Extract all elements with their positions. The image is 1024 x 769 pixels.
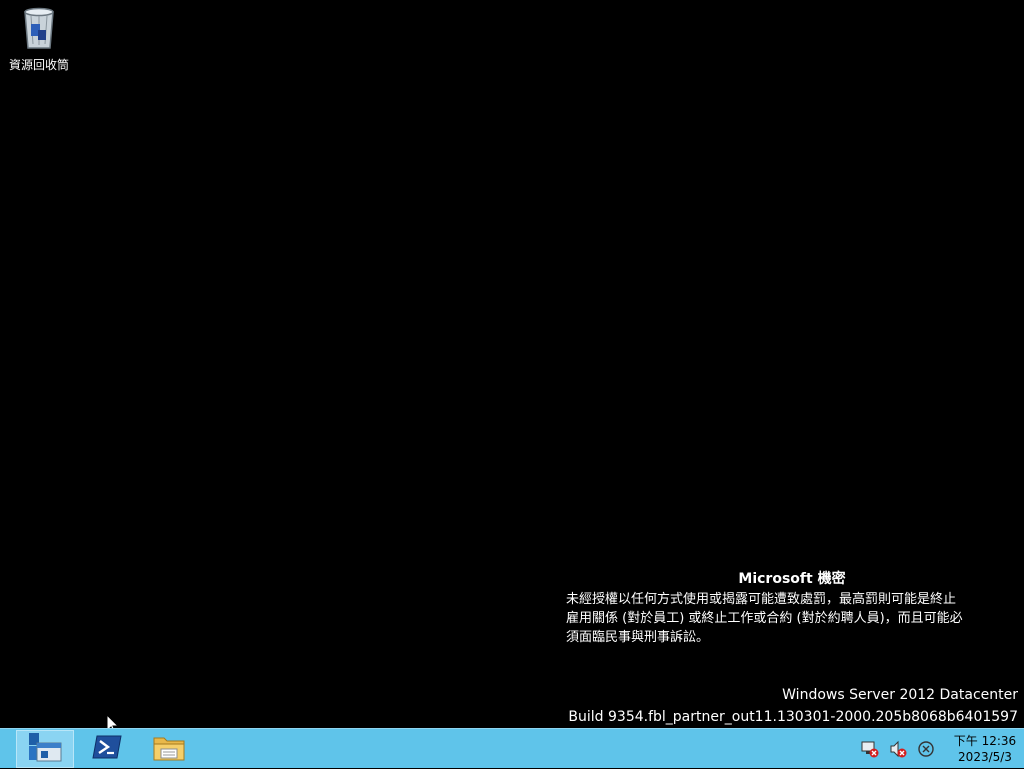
clock-date: 2023/5/3: [958, 750, 1012, 764]
watermark-line: 須面臨民事與刑事訴訟。: [566, 630, 710, 645]
taskbar-file-explorer-button[interactable]: [140, 730, 198, 768]
taskbar: 下午 12:36 2023/5/3: [0, 728, 1024, 768]
desktop[interactable]: 資源回收筒 Microsoft 機密 未經授權以任何方式使用或揭露可能遭致處罰，…: [0, 0, 1024, 735]
volume-muted-icon[interactable]: [888, 739, 908, 759]
windows-edition: Windows Server 2012 Datacenter: [782, 687, 1018, 703]
watermark-line: 雇用關係 (對於員工) 或終止工作或合約 (對於約聘人員)，而且可能必: [566, 611, 963, 626]
taskbar-powershell-button[interactable]: [78, 730, 136, 768]
clock-time: 下午 12:36: [953, 734, 1017, 748]
build-info: Windows Server 2012 Datacenter Build 935…: [568, 684, 1018, 728]
folder-icon: [152, 732, 186, 766]
watermark-line: 未經授權以任何方式使用或揭露可能遭致處罰，最高罰則可能是終止: [566, 592, 957, 607]
recycle-bin-icon: [19, 4, 59, 52]
desktop-icon-recycle-bin[interactable]: 資源回收筒: [4, 4, 74, 73]
network-error-icon[interactable]: [860, 739, 880, 759]
server-manager-icon: [27, 731, 63, 767]
action-center-icon[interactable]: [916, 739, 936, 759]
build-string: Build 9354.fbl_partner_out11.130301-2000…: [568, 709, 1018, 725]
desktop-icon-label: 資源回收筒: [8, 58, 69, 72]
system-tray: 下午 12:36 2023/5/3: [856, 729, 1024, 769]
powershell-icon: [91, 734, 123, 764]
watermark-title: Microsoft 機密: [738, 571, 846, 587]
confidential-watermark: Microsoft 機密 未經授權以任何方式使用或揭露可能遭致處罰，最高罰則可能…: [566, 570, 1018, 647]
taskbar-clock[interactable]: 下午 12:36 2023/5/3: [946, 733, 1024, 765]
taskbar-server-manager-button[interactable]: [16, 730, 74, 768]
